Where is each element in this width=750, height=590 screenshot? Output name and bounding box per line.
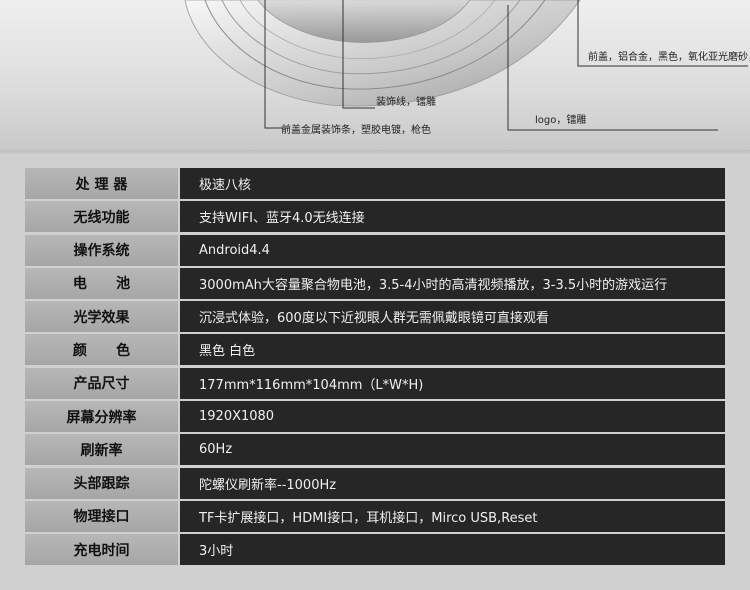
spec-row-refresh-rate: 刷新率 60Hz [25,434,725,466]
spec-section: 处 理 器 极速八核 无线功能 支持WIFI、蓝牙4.0无线连接 操作系统 An… [0,156,750,590]
spec-table: 处 理 器 极速八核 无线功能 支持WIFI、蓝牙4.0无线连接 操作系统 An… [25,168,725,568]
spec-value: Android4.4 [180,234,725,266]
spec-row-optics: 光学效果 沉浸式体验，600度以下近视眼人群无需佩戴眼镜可直接观看 [25,301,725,333]
spec-row-ports: 物理接口 TF卡扩展接口，HDMI接口，耳机接口，Mirco USB,Reset [25,500,725,532]
spec-label: 操作系统 [25,234,178,266]
spec-label: 颜 色 [25,334,178,366]
spec-label: 无线功能 [25,201,178,233]
callout-logo: logo，镭雕 [535,115,587,126]
callout-front-cover-material: 前盖，铝合金，黑色，氧化亚光磨砂， [588,52,750,63]
callout-decor-line: 装饰线，镭雕 [376,97,436,108]
spec-label: 物理接口 [25,500,178,532]
product-hero-image: 前盖金属装饰条，塑胶电镀，枪色 装饰线，镭雕 logo，镭雕 前盖，铝合金，黑色… [0,0,750,150]
spec-value: 支持WIFI、蓝牙4.0无线连接 [180,201,725,233]
spec-label: 产品尺寸 [25,367,178,399]
spec-row-os: 操作系统 Android4.4 [25,234,725,266]
spec-row-resolution: 屏幕分辨率 1920X1080 [25,401,725,433]
callout-front-cover-trim: 前盖金属装饰条，塑胶电镀，枪色 [281,125,431,136]
spec-value: 1920X1080 [180,401,725,433]
spec-row-processor: 处 理 器 极速八核 [25,168,725,199]
spec-label: 屏幕分辨率 [25,401,178,433]
spec-value: 60Hz [180,434,725,466]
spec-value: 3小时 [180,534,725,566]
spec-label: 光学效果 [25,301,178,333]
spec-value: 177mm*116mm*104mm（L*W*H) [180,367,725,399]
spec-value: 黑色 白色 [180,334,725,366]
spec-row-head-tracking: 头部跟踪 陀螺仪刷新率--1000Hz [25,467,725,499]
spec-row-dimensions: 产品尺寸 177mm*116mm*104mm（L*W*H) [25,367,725,399]
spec-label: 头部跟踪 [25,467,178,499]
spec-value: TF卡扩展接口，HDMI接口，耳机接口，Mirco USB,Reset [180,500,725,532]
spec-value: 极速八核 [180,168,725,199]
spec-label: 刷新率 [25,434,178,466]
spec-label: 处 理 器 [25,168,178,199]
spec-row-battery: 电 池 3000mAh大容量聚合物电池，3.5-4小时的高清视频播放，3-3.5… [25,267,725,299]
spec-value: 3000mAh大容量聚合物电池，3.5-4小时的高清视频播放，3-3.5小时的游… [180,267,725,299]
spec-row-color: 颜 色 黑色 白色 [25,334,725,366]
spec-label: 充电时间 [25,534,178,566]
spec-value: 陀螺仪刷新率--1000Hz [180,467,725,499]
spec-row-wireless: 无线功能 支持WIFI、蓝牙4.0无线连接 [25,201,725,233]
spec-row-charging-time: 充电时间 3小时 [25,534,725,566]
spec-value: 沉浸式体验，600度以下近视眼人群无需佩戴眼镜可直接观看 [180,301,725,333]
spec-label: 电 池 [25,267,178,299]
